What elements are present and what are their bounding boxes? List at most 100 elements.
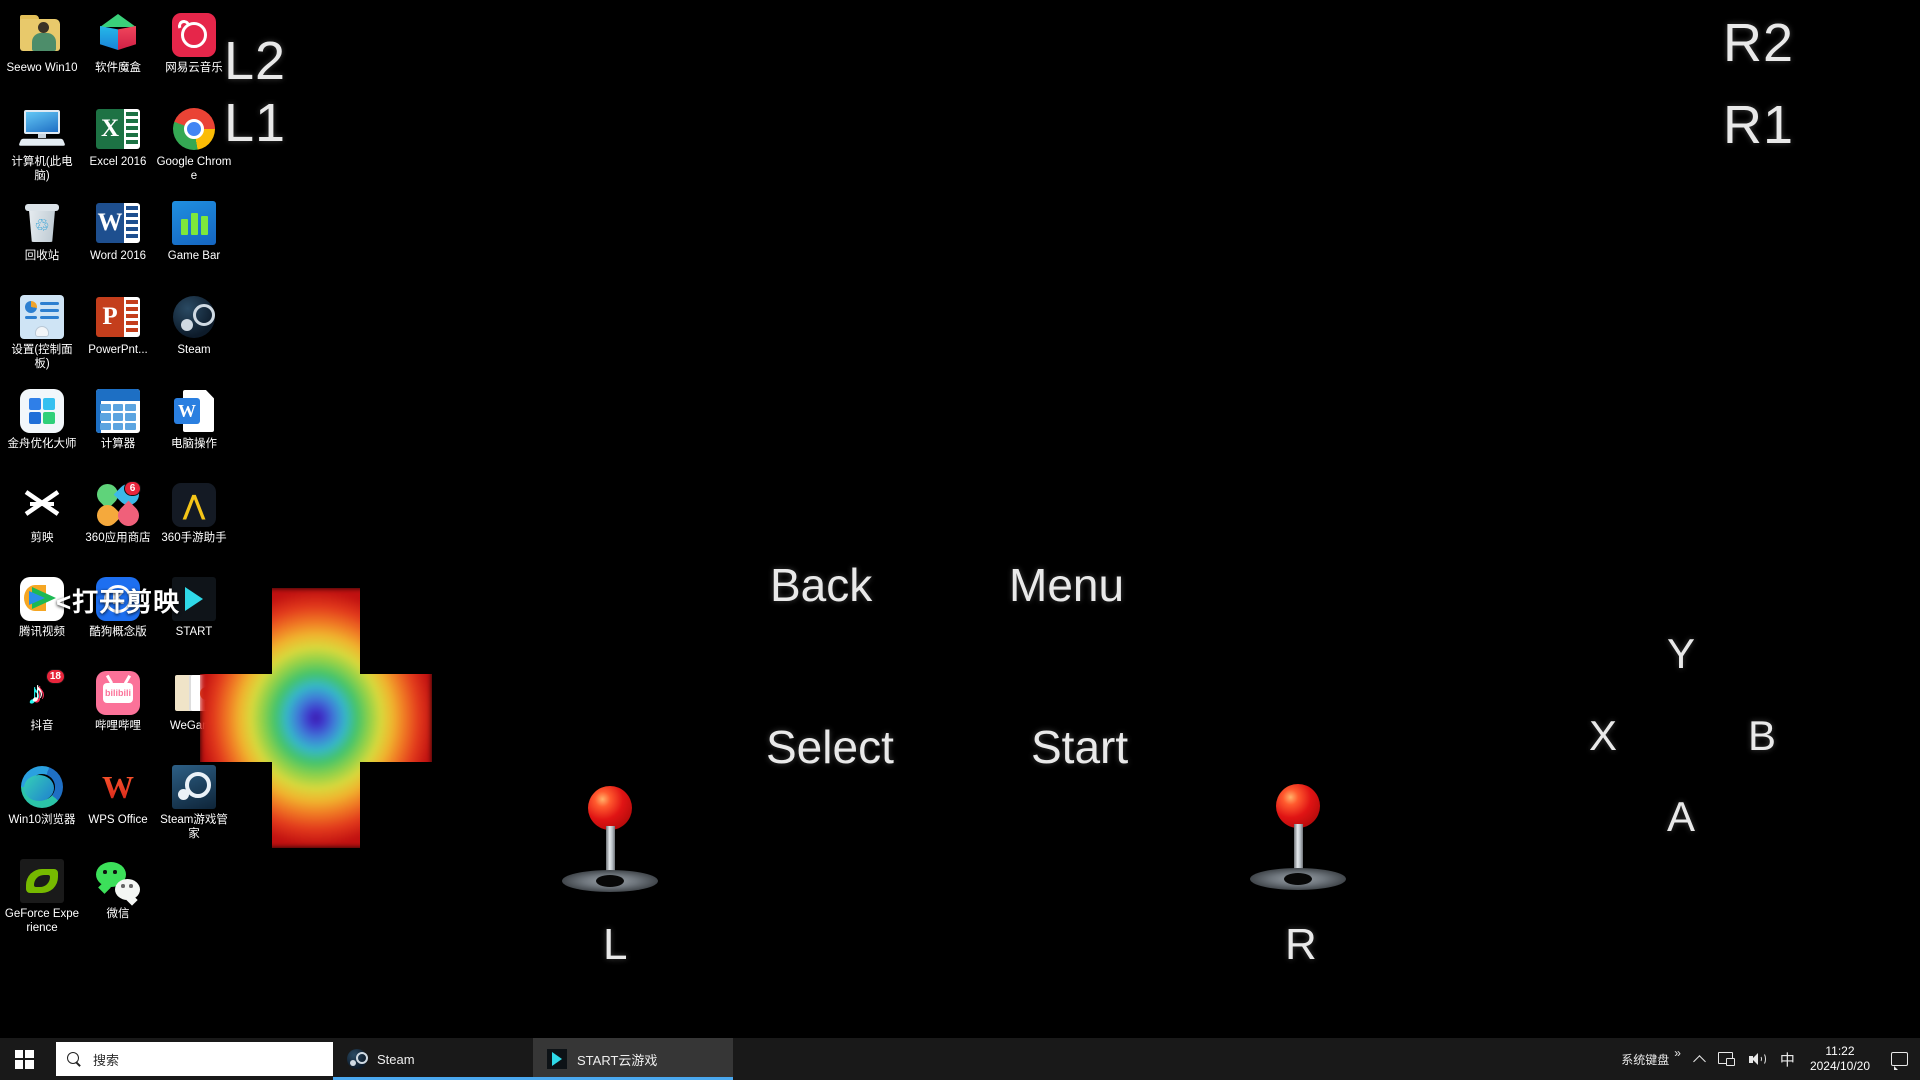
taskbar-item-steam[interactable]: Steam xyxy=(333,1038,533,1080)
desktop-icon-this-pc[interactable]: 计算机(此电脑) xyxy=(4,100,80,194)
open-jianying-annotation: <打开剪映 xyxy=(56,587,181,617)
desktop-icon-excel-2016[interactable]: X Excel 2016 xyxy=(80,100,156,194)
gamepad-button-b[interactable]: B xyxy=(1748,712,1776,760)
gamepad-button-y[interactable]: Y xyxy=(1667,630,1695,678)
gamepad-button-a[interactable]: A xyxy=(1667,793,1695,841)
desktop-icon-label: 哔哩哔哩 xyxy=(95,720,141,732)
notification-badge: 6 xyxy=(124,481,141,496)
desktop[interactable]: Seewo Win10 软件魔盒 网易云音乐 计算机(此电脑) X Excel … xyxy=(0,0,1920,1038)
gamepad-stick-left-label: L xyxy=(603,920,628,969)
clock-date: 2024/10/20 xyxy=(1809,1059,1870,1073)
gamepad-stick-right[interactable] xyxy=(1250,784,1346,904)
desktop-icon-360-mobile-game[interactable]: ⋀ 360手游助手 xyxy=(156,476,232,570)
tray-overflow-icon[interactable]: » xyxy=(1674,1046,1681,1060)
joystick-base xyxy=(562,870,658,892)
desktop-icon-netease-music[interactable]: 网易云音乐 xyxy=(156,6,232,100)
wps-doc-icon: W xyxy=(171,388,217,434)
gamepad-button-menu[interactable]: Menu xyxy=(1009,558,1124,612)
gamepad-button-back[interactable]: Back xyxy=(770,558,872,612)
desktop-icon-powerpoint[interactable]: P PowerPnt... xyxy=(80,288,156,382)
desktop-icon-wps-office[interactable]: W WPS Office xyxy=(80,758,156,852)
desktop-icon-label: 电脑操作 xyxy=(171,438,217,450)
desktop-icon-word-2016[interactable]: W Word 2016 xyxy=(80,194,156,288)
taskbar-clock[interactable]: 11:22 2024/10/20 xyxy=(1802,1038,1882,1080)
desktop-icon-label: 腾讯视频 xyxy=(19,626,65,638)
desktop-icon-calculator[interactable]: 计算器 xyxy=(80,382,156,476)
desktop-icon-steam[interactable]: Steam xyxy=(156,288,232,382)
desktop-icon-label: 计算器 xyxy=(100,438,136,450)
desktop-icon-label: PowerPnt... xyxy=(88,344,148,356)
wps-office-icon: W xyxy=(102,769,134,805)
desktop-icon-jianying[interactable]: 剪映 xyxy=(4,476,80,570)
desktop-icon-wechat[interactable]: 微信 xyxy=(80,852,156,946)
taskbar-item-label: Steam xyxy=(377,1051,415,1067)
netease-music-icon xyxy=(171,12,217,58)
tray-ime-indicator[interactable]: 中 xyxy=(1773,1038,1802,1080)
taskbar[interactable]: 搜索 Steam START云游戏 系统键盘 » 中 11:22 2024/10 xyxy=(0,1038,1920,1080)
gamepad-button-start[interactable]: Start xyxy=(1031,720,1128,774)
desktop-icon-geforce-experience[interactable]: GeForce Experience xyxy=(4,852,80,946)
jianying-glyph xyxy=(24,490,60,516)
volume-icon xyxy=(1748,1052,1766,1067)
gamepad-button-select[interactable]: Select xyxy=(766,720,894,774)
folder-person-icon xyxy=(19,12,65,58)
desktop-icon-diannao-caozuo[interactable]: W 电脑操作 xyxy=(156,382,232,476)
gamepad-button-l2[interactable]: L2 xyxy=(224,30,286,92)
search-icon xyxy=(66,1051,82,1067)
game-bar-icon xyxy=(171,200,217,246)
tray-volume[interactable] xyxy=(1742,1038,1773,1080)
gamepad-button-l1[interactable]: L1 xyxy=(224,92,286,154)
desktop-icon-label: 网易云音乐 xyxy=(165,62,223,74)
desktop-icon-label: 剪映 xyxy=(30,532,54,544)
network-icon xyxy=(1717,1052,1735,1066)
chrome-icon xyxy=(171,106,217,152)
tray-show-hidden-icons[interactable] xyxy=(1688,1038,1711,1080)
recycle-bin-icon: ♲ xyxy=(19,200,65,246)
desktop-icon-label: 微信 xyxy=(106,908,130,920)
search-input[interactable]: 搜索 xyxy=(56,1042,333,1076)
douyin-icon: ♪ ♪ ♪ 18 xyxy=(19,669,65,716)
desktop-icon-jinzhou-optimizer[interactable]: 金舟优化大师 xyxy=(4,382,80,476)
desktop-icon-label: Excel 2016 xyxy=(89,156,147,168)
gamepad-button-r1[interactable]: R1 xyxy=(1723,94,1794,156)
desktop-icon-label: Word 2016 xyxy=(89,250,147,262)
tray-keyboard-label[interactable]: 系统键盘 » xyxy=(1614,1038,1688,1080)
taskbar-item-start-cloud-game[interactable]: START云游戏 xyxy=(533,1038,733,1080)
steam-icon xyxy=(171,294,217,340)
desktop-icon-control-panel[interactable]: 设置(控制面板) xyxy=(4,288,80,382)
system-tray[interactable]: 系统键盘 » 中 11:22 2024/10/20 xyxy=(1614,1038,1920,1080)
control-panel-icon xyxy=(19,294,65,340)
start-cloud-game-icon xyxy=(547,1049,567,1069)
desktop-icon-360-app-store[interactable]: 6 360应用商店 xyxy=(80,476,156,570)
desktop-icon-label: 360应用商店 xyxy=(85,532,151,544)
desktop-icon-google-chrome[interactable]: Google Chrome xyxy=(156,100,232,194)
desktop-icon-label: Steam xyxy=(177,344,211,356)
word-icon: W xyxy=(95,200,141,246)
gamepad-button-x[interactable]: X xyxy=(1589,712,1617,760)
desktop-icon-seewo-win10[interactable]: Seewo Win10 xyxy=(4,6,80,100)
calculator-icon xyxy=(95,388,141,434)
action-center-button[interactable] xyxy=(1882,1038,1916,1080)
desktop-icon-edge-browser[interactable]: Win10浏览器 xyxy=(4,758,80,852)
desktop-icon-label: Seewo Win10 xyxy=(6,62,78,74)
notification-badge: 18 xyxy=(45,669,65,684)
edge-browser-icon xyxy=(19,764,65,810)
desktop-icon-label: 设置(控制面板) xyxy=(11,344,73,370)
clock-time: 11:22 xyxy=(1825,1044,1855,1058)
desktop-icon-grid: Seewo Win10 软件魔盒 网易云音乐 计算机(此电脑) X Excel … xyxy=(4,6,232,946)
gamepad-dpad-heatmap[interactable] xyxy=(200,588,432,848)
start-button[interactable] xyxy=(0,1038,48,1080)
desktop-icon-game-bar[interactable]: Game Bar xyxy=(156,194,232,288)
desktop-icon-recycle-bin[interactable]: ♲ 回收站 xyxy=(4,194,80,288)
gamepad-stick-left[interactable] xyxy=(562,786,658,906)
cube-icon xyxy=(95,12,141,58)
desktop-icon-label: 计算机(此电脑) xyxy=(11,156,73,182)
desktop-icon-label: 金舟优化大师 xyxy=(7,438,77,450)
powerpoint-icon: P xyxy=(95,294,141,340)
tray-network[interactable] xyxy=(1711,1038,1742,1080)
desktop-icon-douyin[interactable]: ♪ ♪ ♪ 18 抖音 xyxy=(4,664,80,758)
desktop-icon-bilibili[interactable]: bilibili 哔哩哔哩 xyxy=(80,664,156,758)
desktop-icon-ruanjian-mohe[interactable]: 软件魔盒 xyxy=(80,6,156,100)
gamepad-button-r2[interactable]: R2 xyxy=(1723,12,1794,74)
desktop-icon-label: Google Chrome xyxy=(156,156,232,182)
